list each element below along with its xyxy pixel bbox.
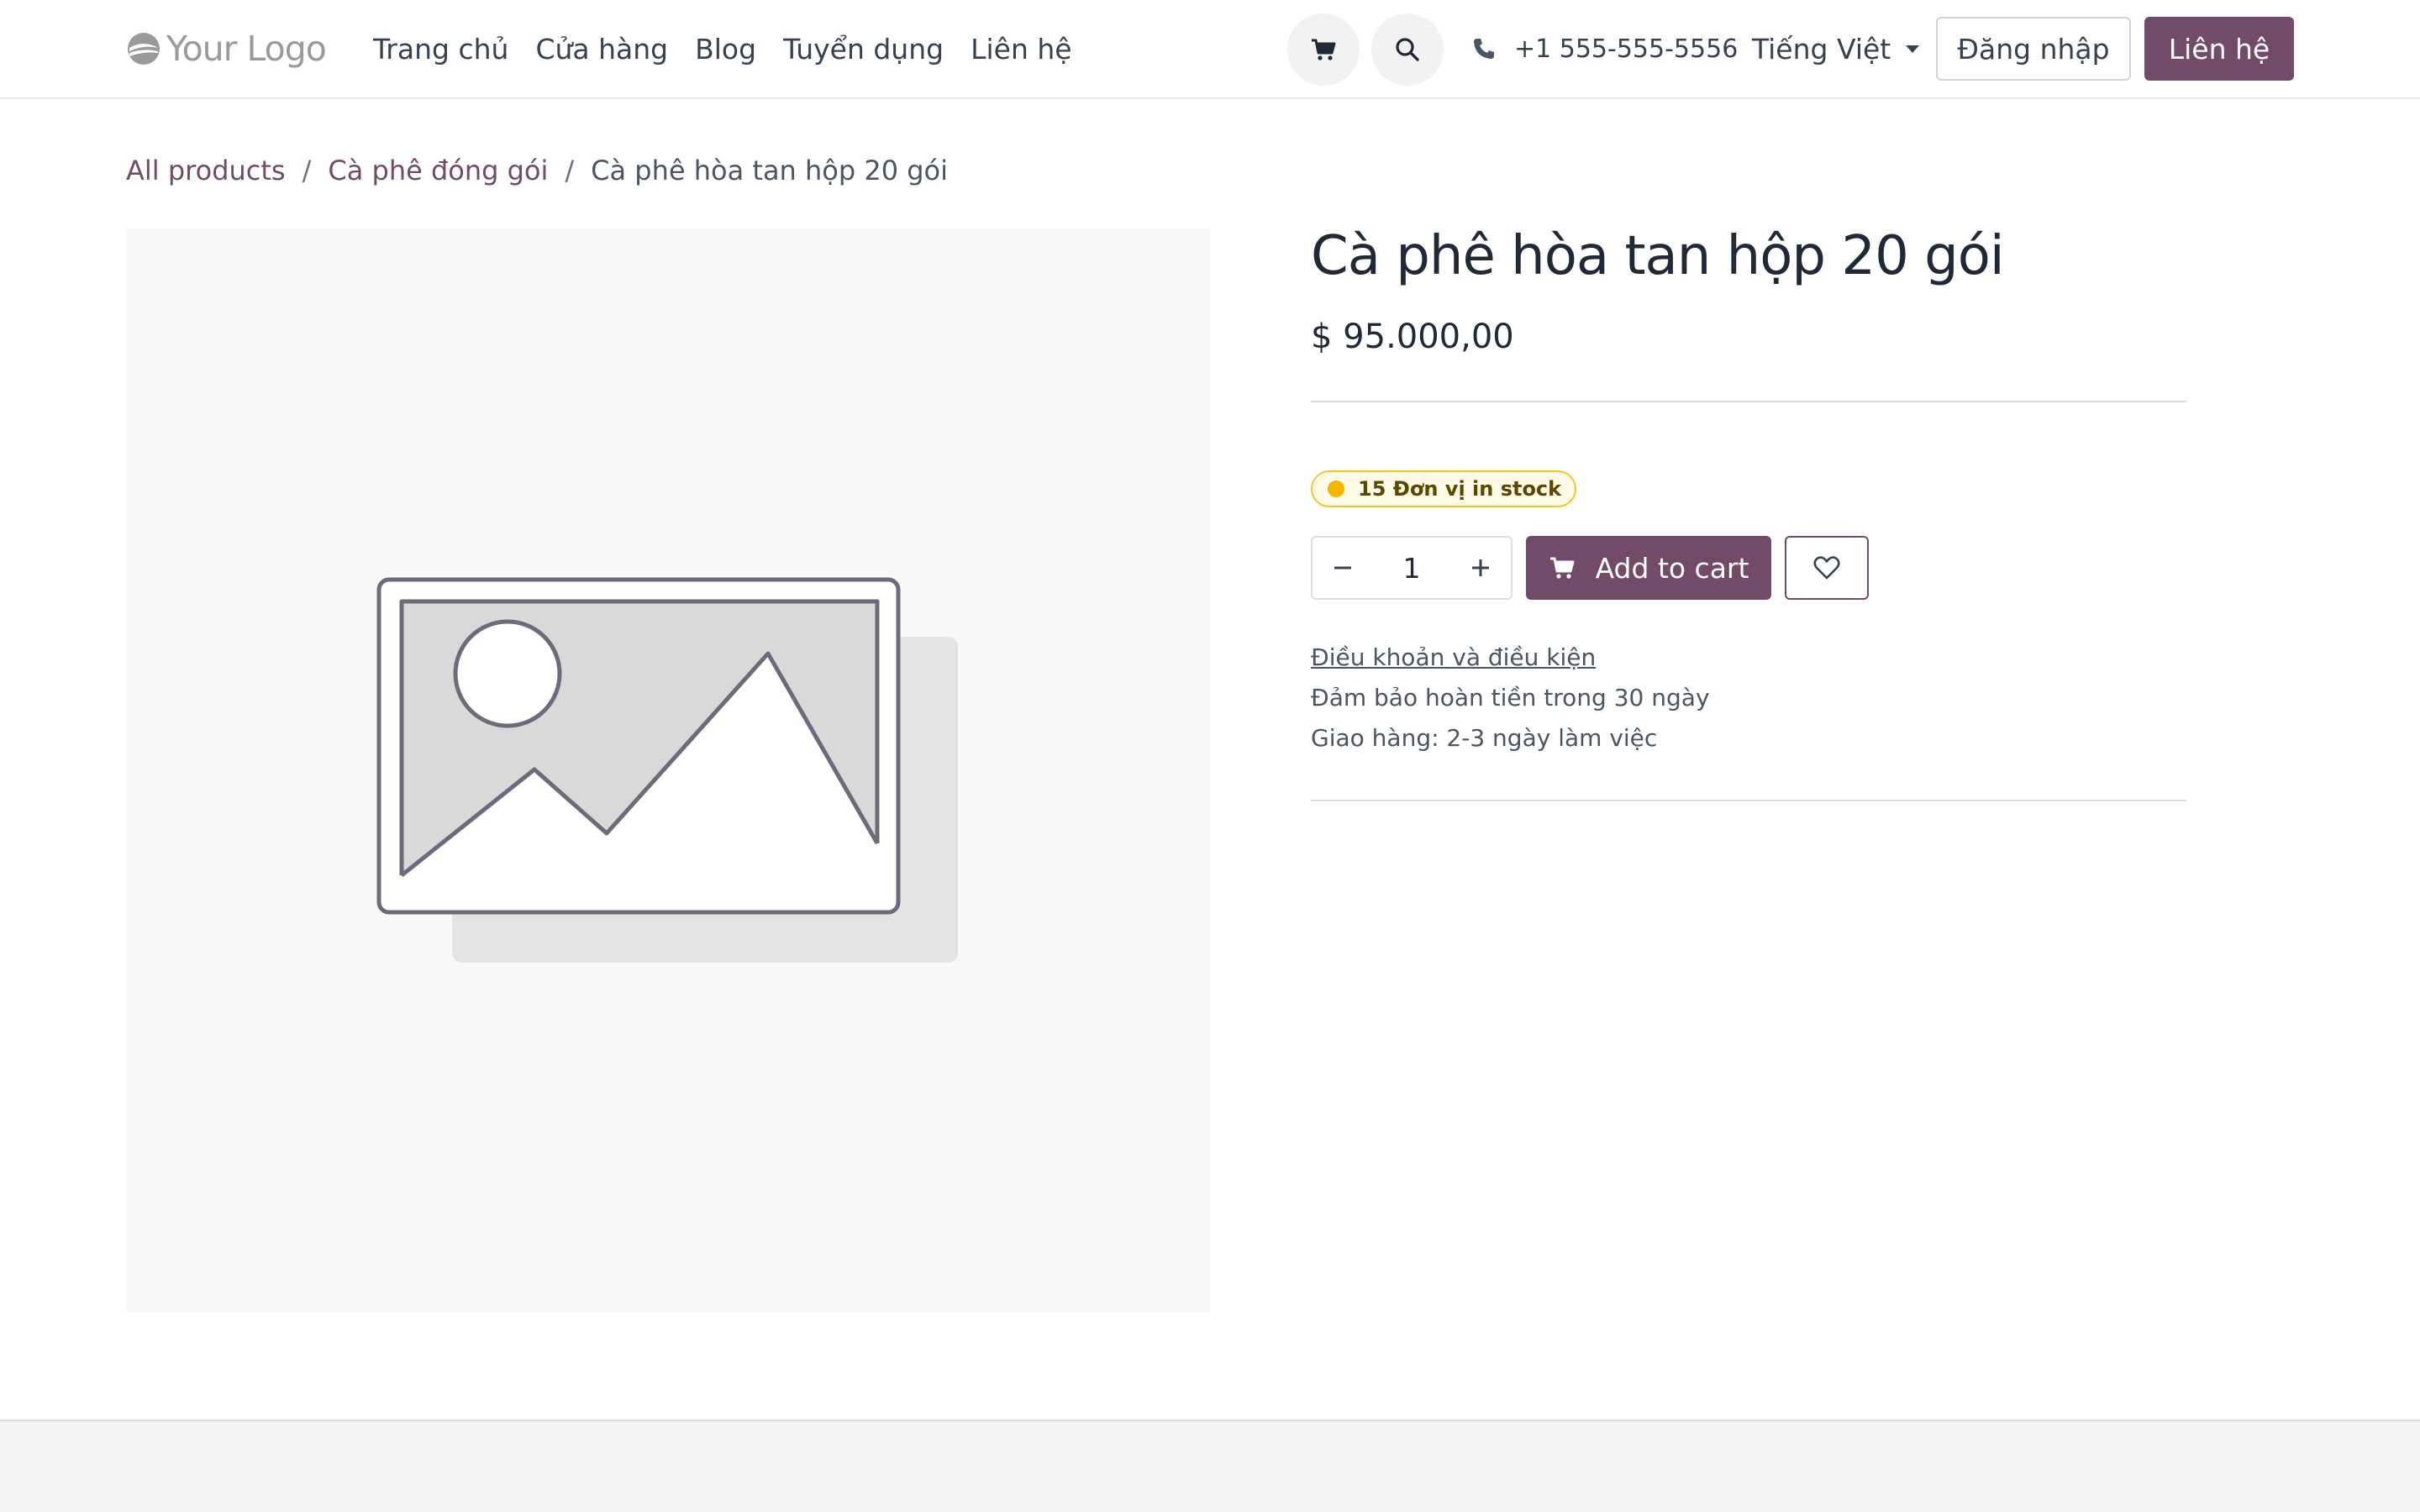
login-button[interactable]: Đăng nhập [1936, 17, 2131, 81]
breadcrumb-category[interactable]: Cà phê đóng gói [328, 155, 548, 186]
nav-link-blog[interactable]: Blog [695, 33, 756, 66]
phone-number: +1 555-555-5556 [1514, 34, 1739, 64]
add-to-cart-label: Add to cart [1595, 551, 1749, 585]
shipping-info: Giao hàng: 2-3 ngày làm việc [1311, 724, 1658, 752]
decrease-quantity-button[interactable] [1313, 538, 1373, 598]
logo[interactable]: Your Logo [126, 25, 327, 72]
image-placeholder-icon [376, 577, 958, 963]
add-to-wishlist-button[interactable] [1785, 536, 1869, 600]
divider [1311, 401, 2186, 402]
product-price: $ 95.000,00 [1311, 318, 1514, 356]
phone-icon [1474, 39, 1494, 59]
breadcrumb-separator: / [302, 155, 312, 186]
increase-quantity-button[interactable] [1450, 538, 1511, 598]
breadcrumb-all-products[interactable]: All products [126, 155, 286, 186]
breadcrumb-separator: / [565, 155, 575, 186]
site-header: Your Logo Trang chủ Cửa hàng Blog Tuyển … [0, 0, 2420, 99]
contact-us-button[interactable]: Liên hệ [2144, 17, 2294, 81]
quantity-stepper [1311, 536, 1512, 600]
footer [0, 1420, 2420, 1512]
minus-icon [1334, 566, 1351, 570]
nav-link-jobs[interactable]: Tuyển dụng [783, 33, 944, 66]
stock-status-dot-icon [1328, 480, 1344, 497]
shopping-cart-icon [1549, 557, 1575, 579]
chevron-down-icon [1906, 45, 1920, 53]
terms-link[interactable]: Điều khoản và điều kiện [1311, 643, 1596, 671]
logo-text: Your Logo [166, 29, 327, 69]
logo-mark-icon [128, 33, 160, 65]
language-selector[interactable]: Tiếng Việt [1752, 25, 1920, 72]
divider [1311, 800, 2186, 801]
breadcrumb-current: Cà phê hòa tan hộp 20 gói [591, 155, 949, 186]
search-icon [1396, 38, 1419, 61]
plus-icon [1472, 559, 1489, 576]
stock-badge: 15 Đơn vị in stock [1311, 470, 1577, 507]
nav-link-contact[interactable]: Liên hệ [971, 33, 1071, 66]
heart-icon [1813, 556, 1840, 580]
money-back-guarantee: Đảm bảo hoàn tiền trong 30 ngày [1311, 684, 1710, 711]
quantity-input[interactable] [1373, 538, 1450, 598]
product-image[interactable] [126, 228, 1210, 1312]
stock-text: 15 Đơn vị in stock [1358, 477, 1562, 501]
shopping-cart-icon [1312, 39, 1336, 60]
main-nav: Trang chủ Cửa hàng Blog Tuyển dụng Liên … [373, 25, 1099, 72]
cart-button[interactable] [1287, 13, 1360, 86]
search-button[interactable] [1371, 13, 1444, 86]
phone-contact[interactable]: +1 555-555-5556 [1472, 25, 1738, 72]
language-label: Tiếng Việt [1752, 32, 1891, 66]
breadcrumb: All products / Cà phê đóng gói / Cà phê … [126, 150, 948, 192]
add-to-cart-button[interactable]: Add to cart [1526, 536, 1771, 600]
nav-link-shop[interactable]: Cửa hàng [535, 33, 668, 66]
nav-link-home[interactable]: Trang chủ [373, 33, 508, 66]
product-title: Cà phê hòa tan hộp 20 gói [1311, 225, 2005, 287]
